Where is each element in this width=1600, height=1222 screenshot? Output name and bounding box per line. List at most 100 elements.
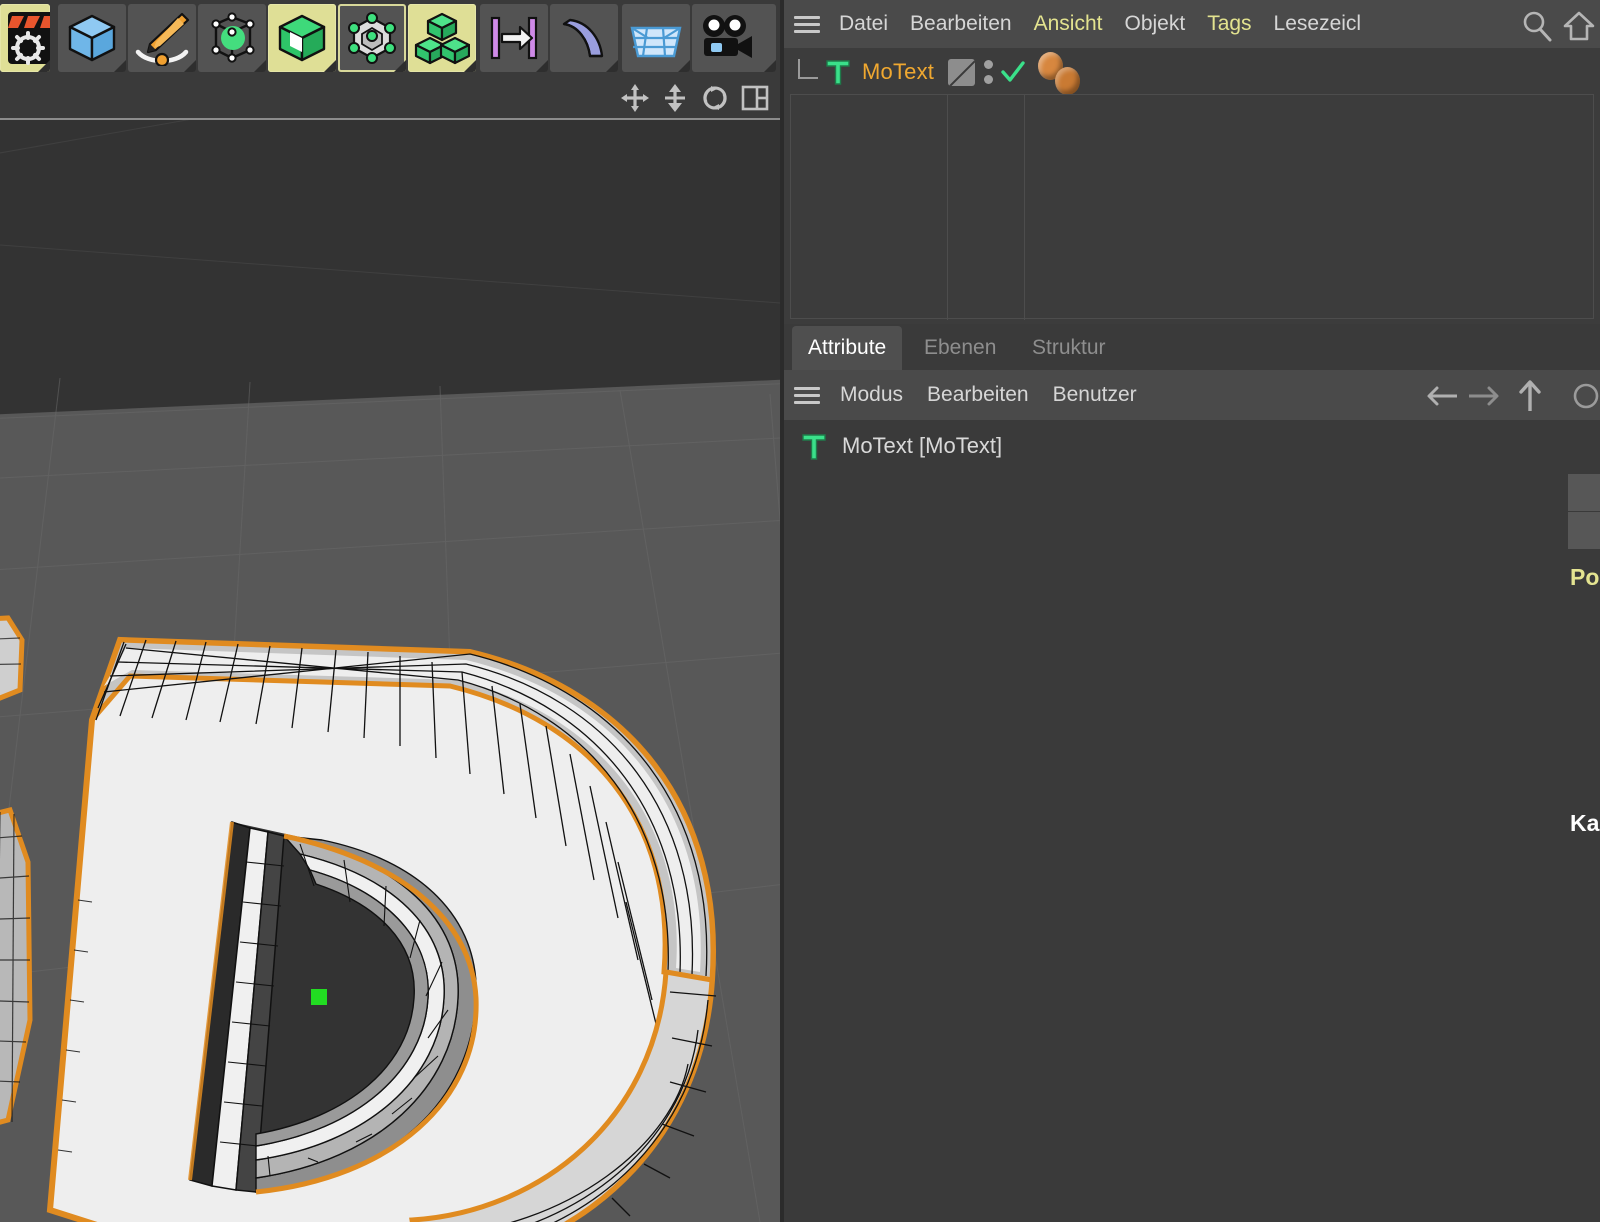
label-enddeckflaeche-edge: Enddeckfläche [1568,958,1600,997]
attribute-object-title: MoText [MoText] [842,433,1003,458]
tool-corner-marker [764,60,776,72]
move-tool-icon[interactable] [620,83,650,113]
row-start-bevel: Start-Bevel R1 [1568,717,1600,756]
menu-item-bearbeiten[interactable]: Bearbeiten [899,0,1023,48]
attr-menu-modus[interactable]: Modus [828,370,915,420]
tool-corner-marker [394,60,406,72]
menu-icon[interactable] [784,370,828,420]
right-panel: Datei Bearbeiten Ansicht Objekt Tags Les… [780,0,1600,1222]
forward-arrow-icon[interactable] [1466,382,1502,410]
tree-branch-icon [798,59,818,79]
visibility-dots-icon[interactable] [984,60,994,84]
tab-ebenen[interactable]: Ebenen [908,326,1012,370]
group-title-polygonselektionen: Polygonselektionen [1570,564,1600,590]
tool-corner-marker [38,60,50,72]
mograph-points-icon[interactable] [338,4,406,72]
tool-corner-marker [184,60,196,72]
attribute-object-header: MoText [MoText] [784,420,1600,472]
menu-item-ansicht[interactable]: Ansicht [1023,0,1114,48]
up-arrow-icon[interactable] [1512,378,1548,414]
label-enddeckflaeche: Enddeckfläche [1568,678,1600,717]
row-starthuelle: Starthülle ES1 [1568,841,1600,880]
circle-icon[interactable] [1566,382,1600,410]
selections-properties: Polygonselektionen Hülle S Startdeckfläc… [1568,552,1600,1222]
tool-corner-marker [114,60,126,72]
back-arrow-icon[interactable] [1424,382,1460,410]
mograph-tag[interactable] [1055,67,1081,95]
attr-menu-benutzer[interactable]: Benutzer [1041,370,1149,420]
motext-t-icon [824,57,852,87]
object-manager-menubar: Datei Bearbeiten Ansicht Objekt Tags Les… [784,0,1600,48]
object-tags[interactable] [1038,50,1084,95]
tool-corner-marker [678,60,690,72]
motext-letter-d [46,636,717,1222]
deformer-bend-icon[interactable] [550,4,618,72]
tool-corner-marker [606,60,618,72]
row-startschritt: Startschritt ER1 [1568,997,1600,1036]
row-endschritt: Endschritt ER2 [1568,1036,1600,1075]
column-divider-1[interactable] [947,95,948,320]
display-toggle-icon[interactable] [948,58,976,86]
object-manager-columns [790,94,1594,320]
main-toolbar [0,0,780,76]
viewport-3d-scene [0,120,780,1222]
tool-corner-marker [324,60,336,72]
attr-menu-bearbeiten[interactable]: Bearbeiten [915,370,1041,420]
spline-pen-icon[interactable] [128,4,196,72]
ptab-basis[interactable]: Basis [1568,474,1600,511]
scale-tool-icon[interactable] [660,83,690,113]
label-end-bevel: End-Bevel [1568,756,1600,795]
tab-attribute[interactable]: Attribute [792,326,903,370]
floor-grid-icon[interactable] [622,4,690,72]
layout-panels-icon[interactable] [740,83,770,113]
enabled-check-icon[interactable] [1000,59,1026,85]
search-icon[interactable] [1520,9,1554,43]
menu-item-objekt[interactable]: Objekt [1113,0,1196,48]
property-tabs-row-2: Alles Zeilen Wörter Buchstaben Phong [1568,512,1600,549]
row-startdeckflaeche: Startdeckfläche C1 [1568,639,1600,678]
array-box-icon[interactable] [268,4,336,72]
object-manager: MoText [784,48,1600,324]
attribute-manager-tabs: Attribute Ebenen Struktur [784,326,1600,370]
rotate-tool-icon[interactable] [700,83,730,113]
cube-primitive-icon[interactable] [58,4,126,72]
row-startdeckflaeche-edge: Startdeckfläche EC1 [1568,919,1600,958]
label-startschritt: Startschritt [1568,997,1600,1036]
camera-icon[interactable] [692,4,776,72]
attribute-manager-toolbar: Modus Bearbeiten Benutzer [784,370,1600,420]
row-enddeckflaeche: Enddeckfläche C2 [1568,678,1600,717]
object-manager-row[interactable]: MoText [786,50,1596,95]
label-start-bevel: Start-Bevel [1568,717,1600,756]
row-huelle: Hülle S [1568,600,1600,639]
motext-t-icon [800,430,828,462]
tab-struktur[interactable]: Struktur [1016,326,1122,370]
label-endhuelle: Endhülle [1568,880,1600,919]
ptab-alles[interactable]: Alles [1568,512,1600,549]
label-startdeckflaeche: Startdeckfläche [1568,639,1600,678]
tool-corner-marker [254,60,266,72]
nurbs-cage-icon[interactable] [198,4,266,72]
label-startdeckflaeche-edge: Startdeckfläche [1568,919,1600,958]
label-starthuelle: Starthülle [1568,841,1600,880]
property-tabs-row-1: Basis Koord. Objekt Deckflächen Selektio… [1568,474,1600,511]
home-up-icon[interactable] [1562,9,1596,43]
row-end-bevel: End-Bevel R2 [1568,756,1600,795]
object-name[interactable]: MoText [862,59,934,85]
viewport-toolbar [0,76,780,120]
cinema4d-window: Datei Bearbeiten Ansicht Objekt Tags Les… [0,0,1600,1222]
viewport-canvas[interactable] [0,120,780,1222]
label-huelle: Hülle [1568,600,1600,639]
tool-corner-marker [536,60,548,72]
menu-item-datei[interactable]: Datei [828,0,899,48]
cloner-cubes-icon[interactable] [408,4,476,72]
menu-item-lesezeichen[interactable]: Lesezeicl [1263,0,1373,48]
row-enddeckflaeche-edge: Enddeckfläche EC2 [1568,958,1600,997]
menu-item-tags[interactable]: Tags [1196,0,1262,48]
menu-icon[interactable] [784,0,828,48]
row-endhuelle: Endhülle ES2 [1568,880,1600,919]
column-divider-2[interactable] [1024,95,1025,320]
effector-arrow-icon[interactable] [480,4,548,72]
render-settings-icon[interactable] [0,4,50,72]
object-axis-point [311,989,327,1005]
group-title-kantenselektionen: Kantenselektionen [1570,810,1600,836]
